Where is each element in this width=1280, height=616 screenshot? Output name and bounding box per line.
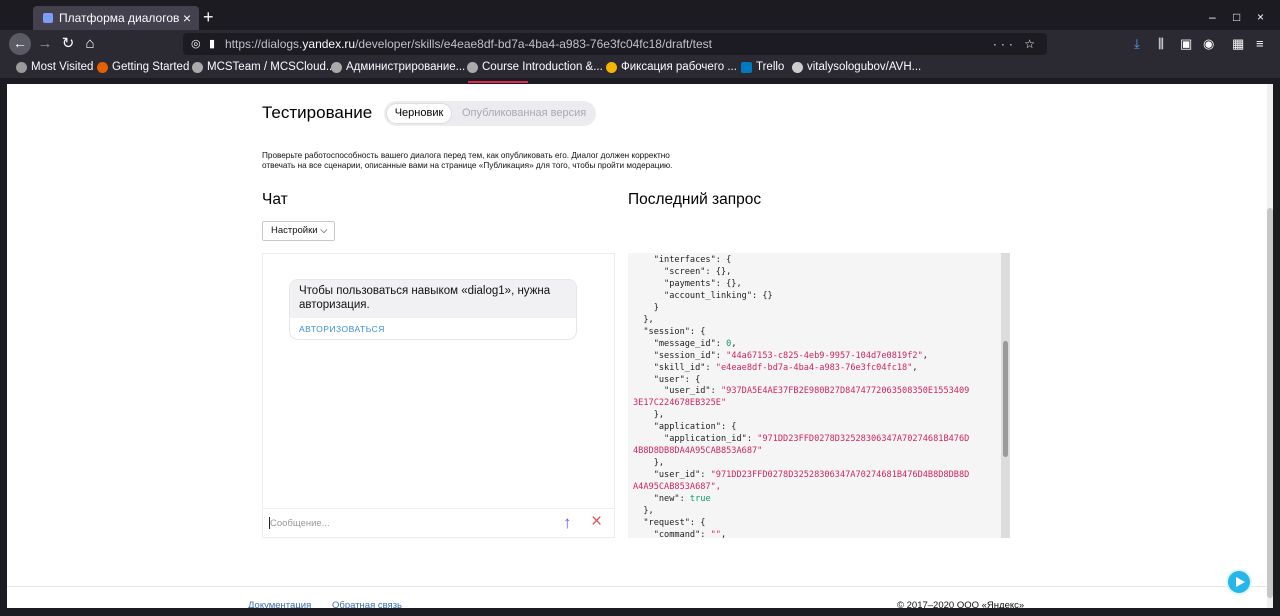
bookmark-most-visited[interactable]: Most Visited	[16, 61, 93, 73]
authorize-button[interactable]: АВТОРИЗОВАТЬСЯ	[290, 318, 576, 339]
page-scrollbar[interactable]	[1267, 84, 1273, 608]
library-icon[interactable]: ⫼	[1158, 36, 1164, 52]
bookmark-label: MCSTeam / MCSCloud...	[207, 61, 336, 73]
bookmark-trello[interactable]: Trello	[741, 61, 784, 73]
loading-indicator	[468, 81, 528, 83]
tab-title: Платформа диалогов	[59, 11, 180, 25]
chevron-down-icon: ⌵	[320, 225, 328, 236]
bookmark-label: Course Introduction &...	[482, 61, 603, 73]
page-scroll-thumb[interactable]	[1267, 208, 1273, 598]
bookmark-label: Trello	[756, 61, 785, 73]
minimize-icon[interactable]: –	[1209, 10, 1216, 24]
url-path: /developer/skills/e4eae8df-bd7a-4ba4-a98…	[355, 37, 712, 51]
forward-button[interactable]: →	[35, 34, 55, 54]
chat-panel: Чтобы пользоваться навыком «dialog1», ну…	[262, 253, 615, 538]
page-content: Тестирование Черновик Опубликованная вер…	[7, 84, 1267, 608]
close-window-icon[interactable]: ×	[1257, 10, 1264, 24]
bookmark-github[interactable]: vitalysologubov/AVH...	[792, 61, 921, 73]
home-button[interactable]: ⌂	[80, 34, 100, 54]
footer-docs-link[interactable]: Документация	[248, 600, 311, 608]
account-icon[interactable]: ◉	[1203, 36, 1214, 52]
code-scroll-thumb[interactable]	[1003, 341, 1008, 457]
site-icon	[467, 61, 478, 73]
settings-dropdown[interactable]: Настройки ⌵	[262, 221, 335, 241]
message-composer: Сообщение... ↑ ×	[263, 508, 614, 537]
clear-icon[interactable]: ×	[591, 511, 602, 533]
code-scrollbar[interactable]	[1001, 253, 1010, 538]
tab-strip: Платформа диалогов × + – □ ×	[6, 6, 1274, 30]
sidebar-icon[interactable]: ▣	[1180, 36, 1192, 52]
bookmark-label: Фиксация рабочего ...	[621, 61, 737, 73]
url-prefix: https://dialogs.	[225, 37, 303, 51]
github-icon	[792, 61, 803, 73]
page-title: Тестирование	[262, 103, 373, 122]
shield-icon[interactable]: ◎	[191, 33, 201, 55]
bookmark-mcsteam[interactable]: MCSTeam / MCSCloud...	[192, 61, 335, 73]
chat-message: Чтобы пользоваться навыком «dialog1», ну…	[289, 279, 577, 340]
bookmark-getting-started[interactable]: Getting Started	[97, 61, 189, 73]
footer-divider	[7, 586, 1267, 587]
new-tab-button[interactable]: +	[203, 6, 214, 28]
description-line: Проверьте работоспособность вашего диало…	[262, 151, 670, 160]
cube-icon	[43, 13, 53, 23]
chat-heading: Чат	[262, 191, 288, 208]
message-input[interactable]: Сообщение...	[270, 518, 330, 529]
back-button[interactable]: ←	[9, 33, 31, 55]
request-heading: Последний запрос	[628, 191, 762, 208]
page-actions-icon[interactable]: ··· ☆	[993, 33, 1039, 55]
toggle-draft[interactable]: Черновик	[386, 103, 452, 124]
bookmark-course[interactable]: Course Introduction &...	[467, 61, 603, 73]
chat-message-text: Чтобы пользоваться навыком «dialog1», ну…	[290, 280, 576, 318]
address-bar[interactable]: ◎ ▮ https://dialogs.yandex.ru/developer/…	[183, 33, 1047, 55]
page-description: Проверьте работоспособность вашего диало…	[262, 151, 732, 171]
footer-copyright: © 2017–2020 ООО «Яндекс»	[897, 600, 1025, 608]
downloads-icon[interactable]: ⤓	[1134, 36, 1140, 52]
bookmark-label: vitalysologubov/AVH...	[807, 61, 922, 73]
gear-icon	[16, 61, 27, 73]
extensions-icon[interactable]: ▦	[1232, 36, 1244, 52]
bookmarks-toolbar: Most Visited Getting Started MCSTeam / M…	[0, 58, 1280, 78]
description-line: отвечать на все сценарии, описанные вами…	[262, 161, 673, 170]
reload-button[interactable]: ↻	[58, 34, 78, 54]
bookmark-label: Администрирование...	[346, 61, 466, 73]
site-icon	[192, 61, 203, 73]
trello-icon	[741, 61, 752, 73]
version-toggle[interactable]: Черновик Опубликованная версия	[384, 101, 596, 126]
request-json: "interfaces": { "screen": {}, "payments"…	[633, 255, 970, 538]
footer-feedback-link[interactable]: Обратная связь	[332, 600, 402, 608]
send-arrow-icon[interactable]: ↑	[563, 513, 572, 533]
firefox-icon	[97, 61, 108, 73]
tab-active[interactable]: Платформа диалогов ×	[33, 6, 199, 30]
navigation-bar: ← → ↻ ⌂ ◎ ▮ https://dialogs.yandex.ru/de…	[0, 30, 1280, 58]
bookmark-label: Most Visited	[31, 61, 94, 73]
request-json-panel: "interfaces": { "screen": {}, "payments"…	[628, 253, 1010, 538]
browser-window: Платформа диалогов × + – □ × ← → ↻ ⌂ ◎ ▮…	[0, 0, 1280, 616]
drive-icon	[606, 61, 617, 73]
globe-icon	[331, 61, 342, 73]
lock-icon: ▮	[209, 38, 216, 50]
toggle-published[interactable]: Опубликованная версия	[462, 101, 586, 126]
maximize-icon[interactable]: □	[1233, 10, 1240, 24]
bookmark-fixation[interactable]: Фиксация рабочего ...	[606, 61, 737, 73]
menu-icon[interactable]: ≡	[1256, 36, 1264, 51]
url-host: yandex.ru	[302, 37, 356, 51]
alice-assistant-button[interactable]	[1226, 569, 1252, 595]
settings-label: Настройки	[271, 225, 318, 236]
bookmark-label: Getting Started	[112, 61, 190, 73]
close-tab-icon[interactable]: ×	[183, 10, 191, 26]
bookmark-admin[interactable]: Администрирование...	[331, 61, 465, 73]
